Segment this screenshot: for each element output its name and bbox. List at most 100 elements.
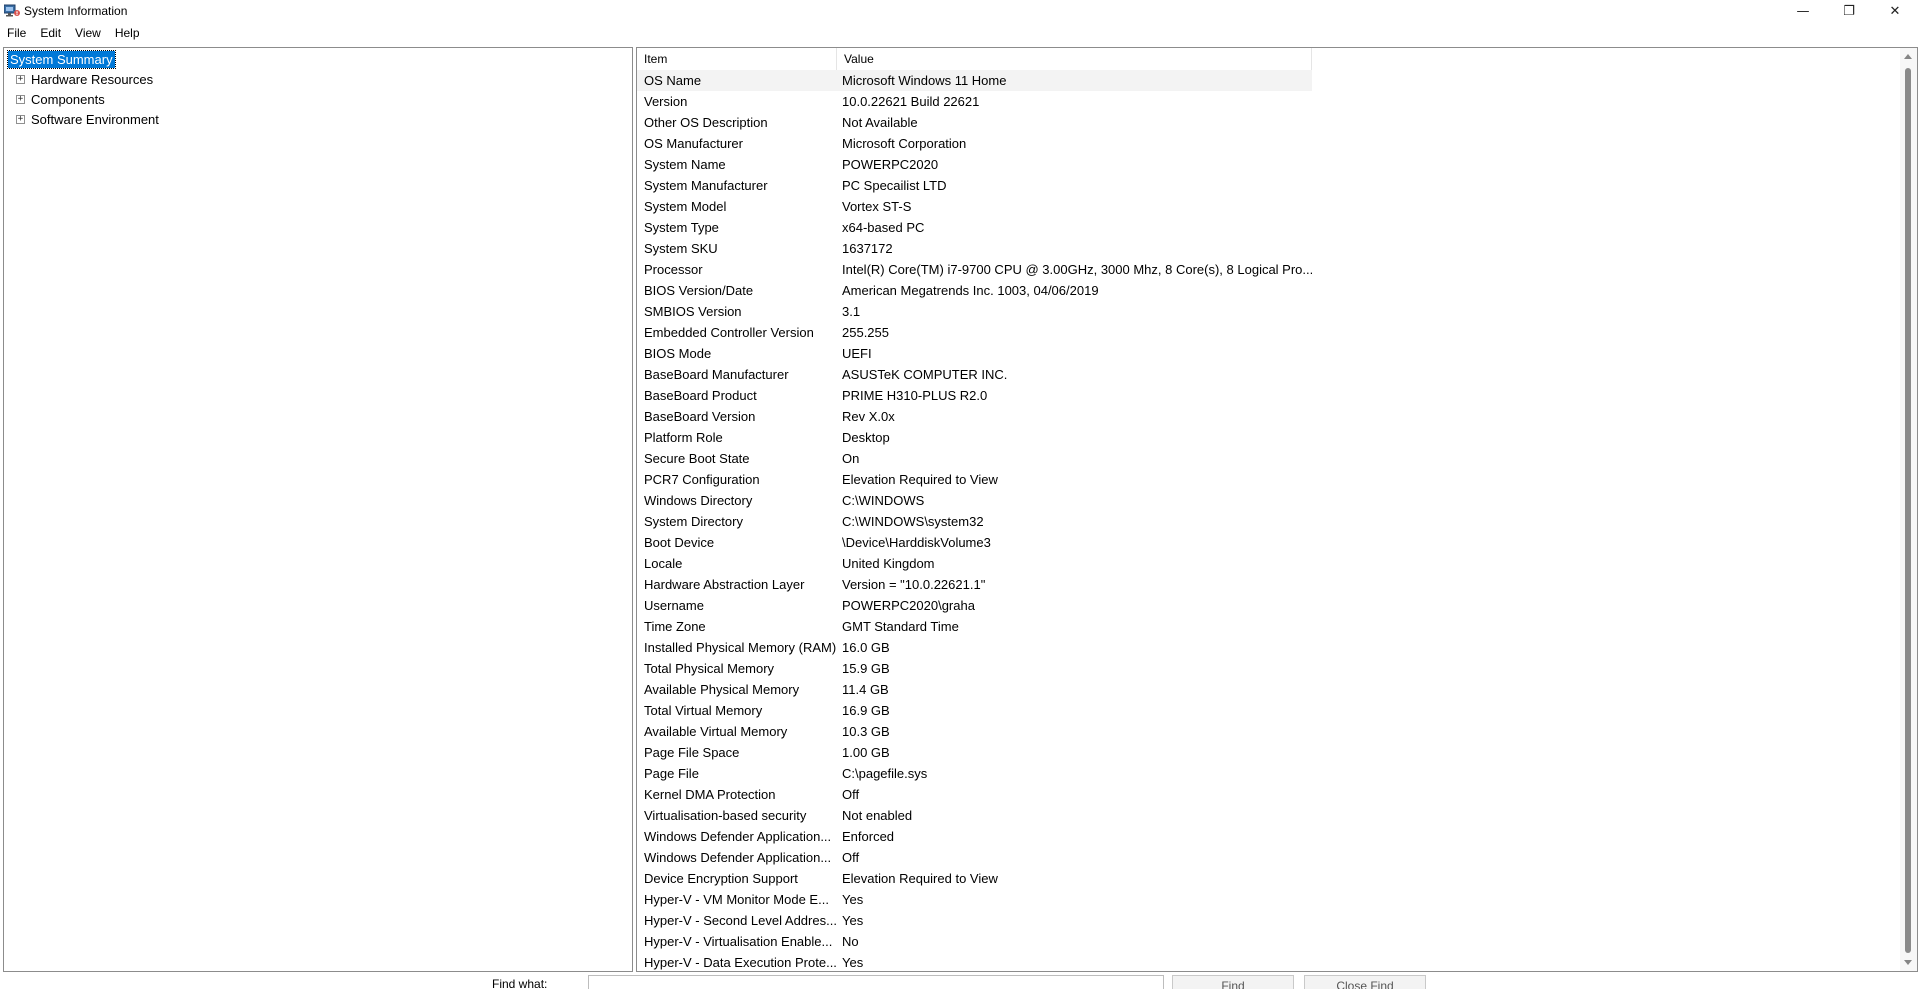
value-cell: Vortex ST-S [842, 199, 912, 214]
tree-item-system-summary[interactable]: System Summary [7, 49, 116, 69]
table-row[interactable]: Total Physical Memory 15.9 GB [637, 658, 1312, 679]
table-row[interactable]: Other OS Description Not Available [637, 112, 1312, 133]
item-cell: BaseBoard Manufacturer [644, 367, 789, 382]
table-row[interactable]: Installed Physical Memory (RAM) 16.0 GB [637, 637, 1312, 658]
item-cell: Hyper-V - VM Monitor Mode E... [644, 892, 829, 907]
table-row[interactable]: System Model Vortex ST-S [637, 196, 1312, 217]
table-row[interactable]: Page File Space 1.00 GB [637, 742, 1312, 763]
tree-item-label: Software Environment [31, 111, 159, 127]
table-row[interactable]: System Directory C:\WINDOWS\system32 [637, 511, 1312, 532]
value-cell: x64-based PC [842, 220, 925, 235]
value-cell: PRIME H310-PLUS R2.0 [842, 388, 988, 403]
table-row[interactable]: Page File C:\pagefile.sys [637, 763, 1312, 784]
table-row[interactable]: PCR7 Configuration Elevation Required to … [637, 469, 1312, 490]
close-find-button[interactable]: Close Find [1304, 975, 1426, 989]
menu-file[interactable]: File [0, 23, 33, 43]
table-row[interactable]: System Manufacturer PC Specailist LTD [637, 175, 1312, 196]
table-row[interactable]: BaseBoard Version Rev X.0x [637, 406, 1312, 427]
table-row[interactable]: Hardware Abstraction Layer Version = "10.… [637, 574, 1312, 595]
table-row[interactable]: Device Encryption Support Elevation Requi… [637, 868, 1312, 889]
scroll-down-arrow-icon[interactable] [1904, 960, 1912, 965]
table-row[interactable]: Available Virtual Memory 10.3 GB [637, 721, 1312, 742]
category-tree[interactable]: System Summary + Hardware Resources + Co… [3, 47, 633, 972]
table-row[interactable]: BIOS Version/Date American Megatrends Inc… [637, 280, 1312, 301]
table-row[interactable]: Time Zone GMT Standard Time [637, 616, 1312, 637]
value-cell: 3.1 [842, 304, 861, 319]
tree-item-label: Hardware Resources [31, 71, 154, 87]
column-header-item[interactable]: Item [637, 48, 837, 70]
table-row[interactable]: BaseBoard Product PRIME H310-PLUS R2.0 [637, 385, 1312, 406]
item-cell: Available Virtual Memory [644, 724, 788, 739]
item-cell: PCR7 Configuration [644, 472, 760, 487]
table-row[interactable]: Username POWERPC2020\graha [637, 595, 1312, 616]
item-cell: Hyper-V - Data Execution Prote... [644, 955, 837, 970]
tree-item-components[interactable]: + Components [8, 90, 105, 108]
expand-plus-icon[interactable]: + [16, 94, 25, 104]
table-row[interactable]: Windows Defender Application... Off [637, 847, 1312, 868]
column-header-value[interactable]: Value [837, 48, 1312, 70]
value-cell: C:\WINDOWS\system32 [842, 514, 984, 529]
table-row[interactable]: Hyper-V - Second Level Addres... Yes [637, 910, 1312, 931]
vertical-scrollbar[interactable] [1900, 48, 1917, 971]
item-cell: System Name [644, 157, 726, 172]
table-row[interactable]: Available Physical Memory 11.4 GB [637, 679, 1312, 700]
table-row[interactable]: OS Manufacturer Microsoft Corporation [637, 133, 1312, 154]
table-row[interactable]: Boot Device \Device\HarddiskVolume3 [637, 532, 1312, 553]
table-row[interactable]: Virtualisation-based security Not enabled [637, 805, 1312, 826]
table-row[interactable]: Hyper-V - Data Execution Prote... Yes [637, 952, 1312, 971]
table-row[interactable]: Platform Role Desktop [637, 427, 1312, 448]
table-row[interactable]: Secure Boot State On [637, 448, 1312, 469]
value-cell: 11.4 GB [842, 682, 889, 697]
table-row[interactable]: Processor Intel(R) Core(TM) i7-9700 CPU @… [637, 259, 1312, 280]
table-row[interactable]: BaseBoard Manufacturer ASUSTeK COMPUTER I… [637, 364, 1312, 385]
menu-help[interactable]: Help [108, 23, 147, 43]
expand-plus-icon[interactable]: + [16, 114, 25, 124]
table-row[interactable]: BIOS Mode UEFI [637, 343, 1312, 364]
table-row[interactable]: System SKU 1637172 [637, 238, 1312, 259]
tree-item-hardware-resources[interactable]: + Hardware Resources [8, 70, 153, 88]
table-row[interactable]: Hyper-V - Virtualisation Enable... No [637, 931, 1312, 952]
table-row[interactable]: System Name POWERPC2020 [637, 154, 1312, 175]
table-row[interactable]: Hyper-V - VM Monitor Mode E... Yes [637, 889, 1312, 910]
item-cell: Version [644, 94, 688, 109]
value-cell: Yes [842, 955, 864, 970]
value-cell: PC Specailist LTD [842, 178, 947, 193]
find-bar: Find what: Find Close Find [0, 975, 1920, 989]
details-list[interactable]: Item Value OS Name Microsoft Windows 11 H… [636, 47, 1918, 972]
maximize-button[interactable]: ❐ [1826, 0, 1872, 22]
tree-item-software-environment[interactable]: + Software Environment [8, 110, 159, 128]
table-row[interactable]: Locale United Kingdom [637, 553, 1312, 574]
window-title: System Information [24, 4, 128, 18]
value-cell: C:\pagefile.sys [842, 766, 928, 781]
table-row[interactable]: Windows Defender Application... Enforced [637, 826, 1312, 847]
table-row[interactable]: Total Virtual Memory 16.9 GB [637, 700, 1312, 721]
close-button[interactable]: ✕ [1872, 0, 1918, 22]
value-cell: Elevation Required to View [842, 472, 998, 487]
value-cell: POWERPC2020\graha [842, 598, 975, 613]
value-cell: Off [842, 787, 860, 802]
item-cell: BaseBoard Product [644, 388, 757, 403]
system-information-app-icon [4, 4, 20, 17]
item-cell: BaseBoard Version [644, 409, 756, 424]
value-cell: Intel(R) Core(TM) i7-9700 CPU @ 3.00GHz,… [842, 262, 1312, 277]
table-row[interactable]: OS Name Microsoft Windows 11 Home [637, 70, 1312, 91]
table-row[interactable]: Embedded Controller Version 255.255 [637, 322, 1312, 343]
table-row[interactable]: Kernel DMA Protection Off [637, 784, 1312, 805]
table-row[interactable]: System Type x64-based PC [637, 217, 1312, 238]
scrollbar-thumb[interactable] [1905, 68, 1911, 953]
table-row[interactable]: SMBIOS Version 3.1 [637, 301, 1312, 322]
minimize-button[interactable]: — [1780, 0, 1826, 22]
find-button[interactable]: Find [1172, 975, 1294, 989]
find-what-input[interactable] [588, 975, 1164, 989]
item-cell: Locale [644, 556, 683, 571]
scroll-up-arrow-icon[interactable] [1904, 54, 1912, 59]
table-row[interactable]: Windows Directory C:\WINDOWS [637, 490, 1312, 511]
menu-edit[interactable]: Edit [33, 23, 68, 43]
table-row[interactable]: Version 10.0.22621 Build 22621 [637, 91, 1312, 112]
value-cell: Version = "10.0.22621.1" [842, 577, 986, 592]
menu-view[interactable]: View [68, 23, 108, 43]
find-what-label: Find what: [492, 977, 548, 989]
value-cell: Elevation Required to View [842, 871, 998, 886]
value-cell: 255.255 [842, 325, 889, 340]
expand-plus-icon[interactable]: + [16, 74, 25, 84]
